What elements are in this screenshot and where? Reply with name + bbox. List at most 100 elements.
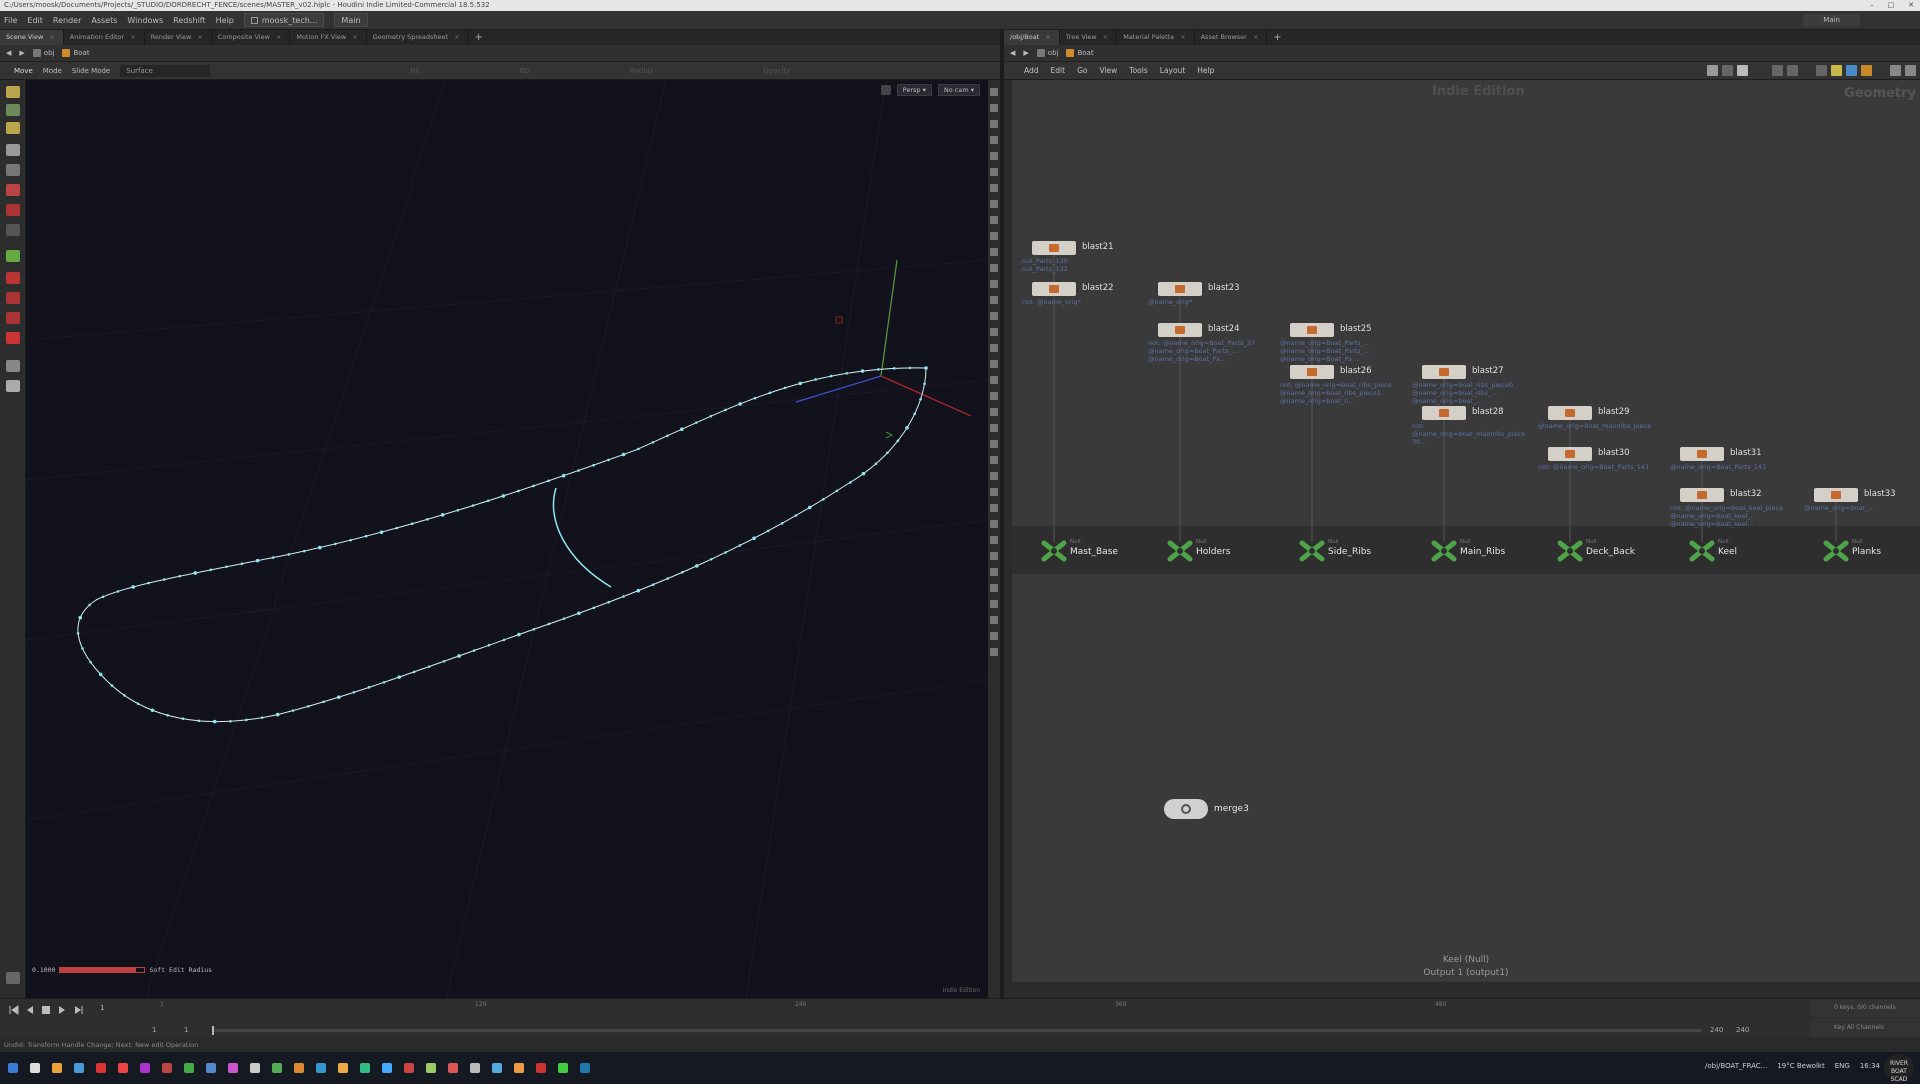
blast-node-body[interactable] [1158,282,1202,296]
display-option-icon[interactable] [990,136,998,144]
curve-point[interactable] [666,577,669,580]
null-x-icon[interactable] [1166,540,1194,562]
curve-point[interactable] [835,489,839,493]
display-option-icon[interactable] [990,200,998,208]
curve-point[interactable] [240,562,244,566]
menu-help[interactable]: Help [1197,66,1214,75]
curve-point[interactable] [487,643,491,647]
taskbar-app-icon[interactable] [580,1063,590,1073]
curve-point[interactable] [753,396,757,400]
3d-viewport[interactable]: Persp ▾ No cam ▾ 0.1000 Soft Edit Radius… [26,80,988,998]
desktop-selector-2[interactable]: Main [334,13,368,27]
curve-point[interactable] [517,489,520,493]
display-option-icon[interactable] [990,600,998,608]
close-icon[interactable]: ✕ [1908,0,1914,11]
lock-icon[interactable] [6,164,20,176]
display-option-icon[interactable] [990,408,998,416]
curve-point[interactable] [101,595,105,599]
taskbar-app-icon[interactable] [162,1063,172,1073]
curve-point[interactable] [229,719,232,723]
curve-point[interactable] [794,514,798,517]
curve-point[interactable] [116,590,120,593]
curve-point[interactable] [783,386,787,390]
tab-network-boat[interactable]: /obj/Boat × [1004,30,1060,45]
display-option-icon[interactable] [990,504,998,512]
tab-material-palette[interactable]: Material Palette × [1117,30,1195,45]
curve-point[interactable] [364,534,368,538]
blast-node-body[interactable] [1032,282,1076,296]
close-tab-icon[interactable]: × [197,33,202,41]
circle-icon[interactable] [6,360,20,372]
curve-point[interactable] [502,638,506,642]
null-x-icon[interactable] [1688,540,1716,562]
null-x-icon[interactable] [1430,540,1458,562]
display-option-icon[interactable] [990,120,998,128]
menu-render[interactable]: Render [53,16,81,25]
display-option-icon[interactable] [990,152,998,160]
surface-dropdown[interactable]: Surface [120,64,211,77]
taskbar-app-icon[interactable] [404,1063,414,1073]
curve-point[interactable] [592,463,595,467]
tree-icon[interactable] [1722,65,1733,76]
curve-point[interactable] [886,451,889,455]
desktop-selector[interactable]: moosk_tech... [243,13,325,27]
curve-point[interactable] [442,659,446,663]
display-option-icon[interactable] [990,488,998,496]
display-option-icon[interactable] [990,232,998,240]
back-arrow-icon[interactable]: ◀ [1010,49,1015,57]
display-option-icon[interactable] [990,392,998,400]
curve-point[interactable] [924,366,928,370]
curve-point[interactable] [752,536,756,541]
menu-go[interactable]: Go [1077,66,1087,75]
display-option-icon[interactable] [990,264,998,272]
taskbar-app-icon[interactable] [30,1063,40,1073]
step-back-icon[interactable] [24,1004,36,1016]
soft-edit-radius-control[interactable]: 0.1000 Soft Edit Radius [32,966,212,974]
search-icon[interactable] [1890,65,1901,76]
camera-lock-icon[interactable] [880,85,891,95]
scale-icon[interactable] [6,224,20,236]
key-all-channels-button[interactable]: Key All Channels [1810,1019,1920,1037]
curve-point[interactable] [695,564,699,568]
display-option-icon[interactable] [990,520,998,528]
stop-icon[interactable] [40,1004,52,1016]
curve-point[interactable] [501,494,506,498]
display-option-icon[interactable] [990,344,998,352]
shape-palette-icon[interactable] [1861,65,1872,76]
taskbar-app-icon[interactable] [140,1063,150,1073]
square-icon[interactable] [1737,65,1748,76]
curve-point[interactable] [680,571,684,574]
curve-point[interactable] [209,568,213,572]
close-tab-icon[interactable]: × [49,33,54,41]
curve-point[interactable] [352,691,356,694]
display-option-icon[interactable] [990,616,998,624]
curve-point[interactable] [709,414,713,418]
pose-icon[interactable] [6,122,20,134]
display-option-icon[interactable] [990,328,998,336]
blast-node-body[interactable] [1814,488,1858,502]
maximize-icon[interactable]: □ [1888,0,1895,11]
curve-point[interactable] [561,473,566,478]
curve-point[interactable] [457,654,461,658]
tab-motion-fx-view[interactable]: Motion FX View × [290,30,367,45]
curve-point[interactable] [877,368,880,371]
curve-point[interactable] [547,622,551,626]
path-segment-obj[interactable]: obj [1036,49,1058,57]
close-tab-icon[interactable]: × [1253,33,1258,41]
blast-node-body[interactable] [1680,447,1724,461]
curve-point[interactable] [814,378,817,381]
curve-point[interactable] [562,617,566,620]
fill-label[interactable]: Fill [410,67,419,75]
menu-view[interactable]: View [1099,66,1117,75]
curve-point[interactable] [798,381,803,386]
null-x-icon[interactable] [1298,540,1326,562]
blast-node-body[interactable] [1422,406,1466,420]
taskbar-app-icon[interactable] [52,1063,62,1073]
curve-point[interactable] [724,551,727,554]
curve-point[interactable] [412,670,416,674]
tab-asset-browser[interactable]: Asset Browser × [1195,30,1268,45]
grid-icon[interactable] [1787,65,1798,76]
merge-node-body[interactable] [1164,799,1208,819]
tab-render-view[interactable]: Render View × [145,30,212,45]
curve-point[interactable] [307,704,310,708]
